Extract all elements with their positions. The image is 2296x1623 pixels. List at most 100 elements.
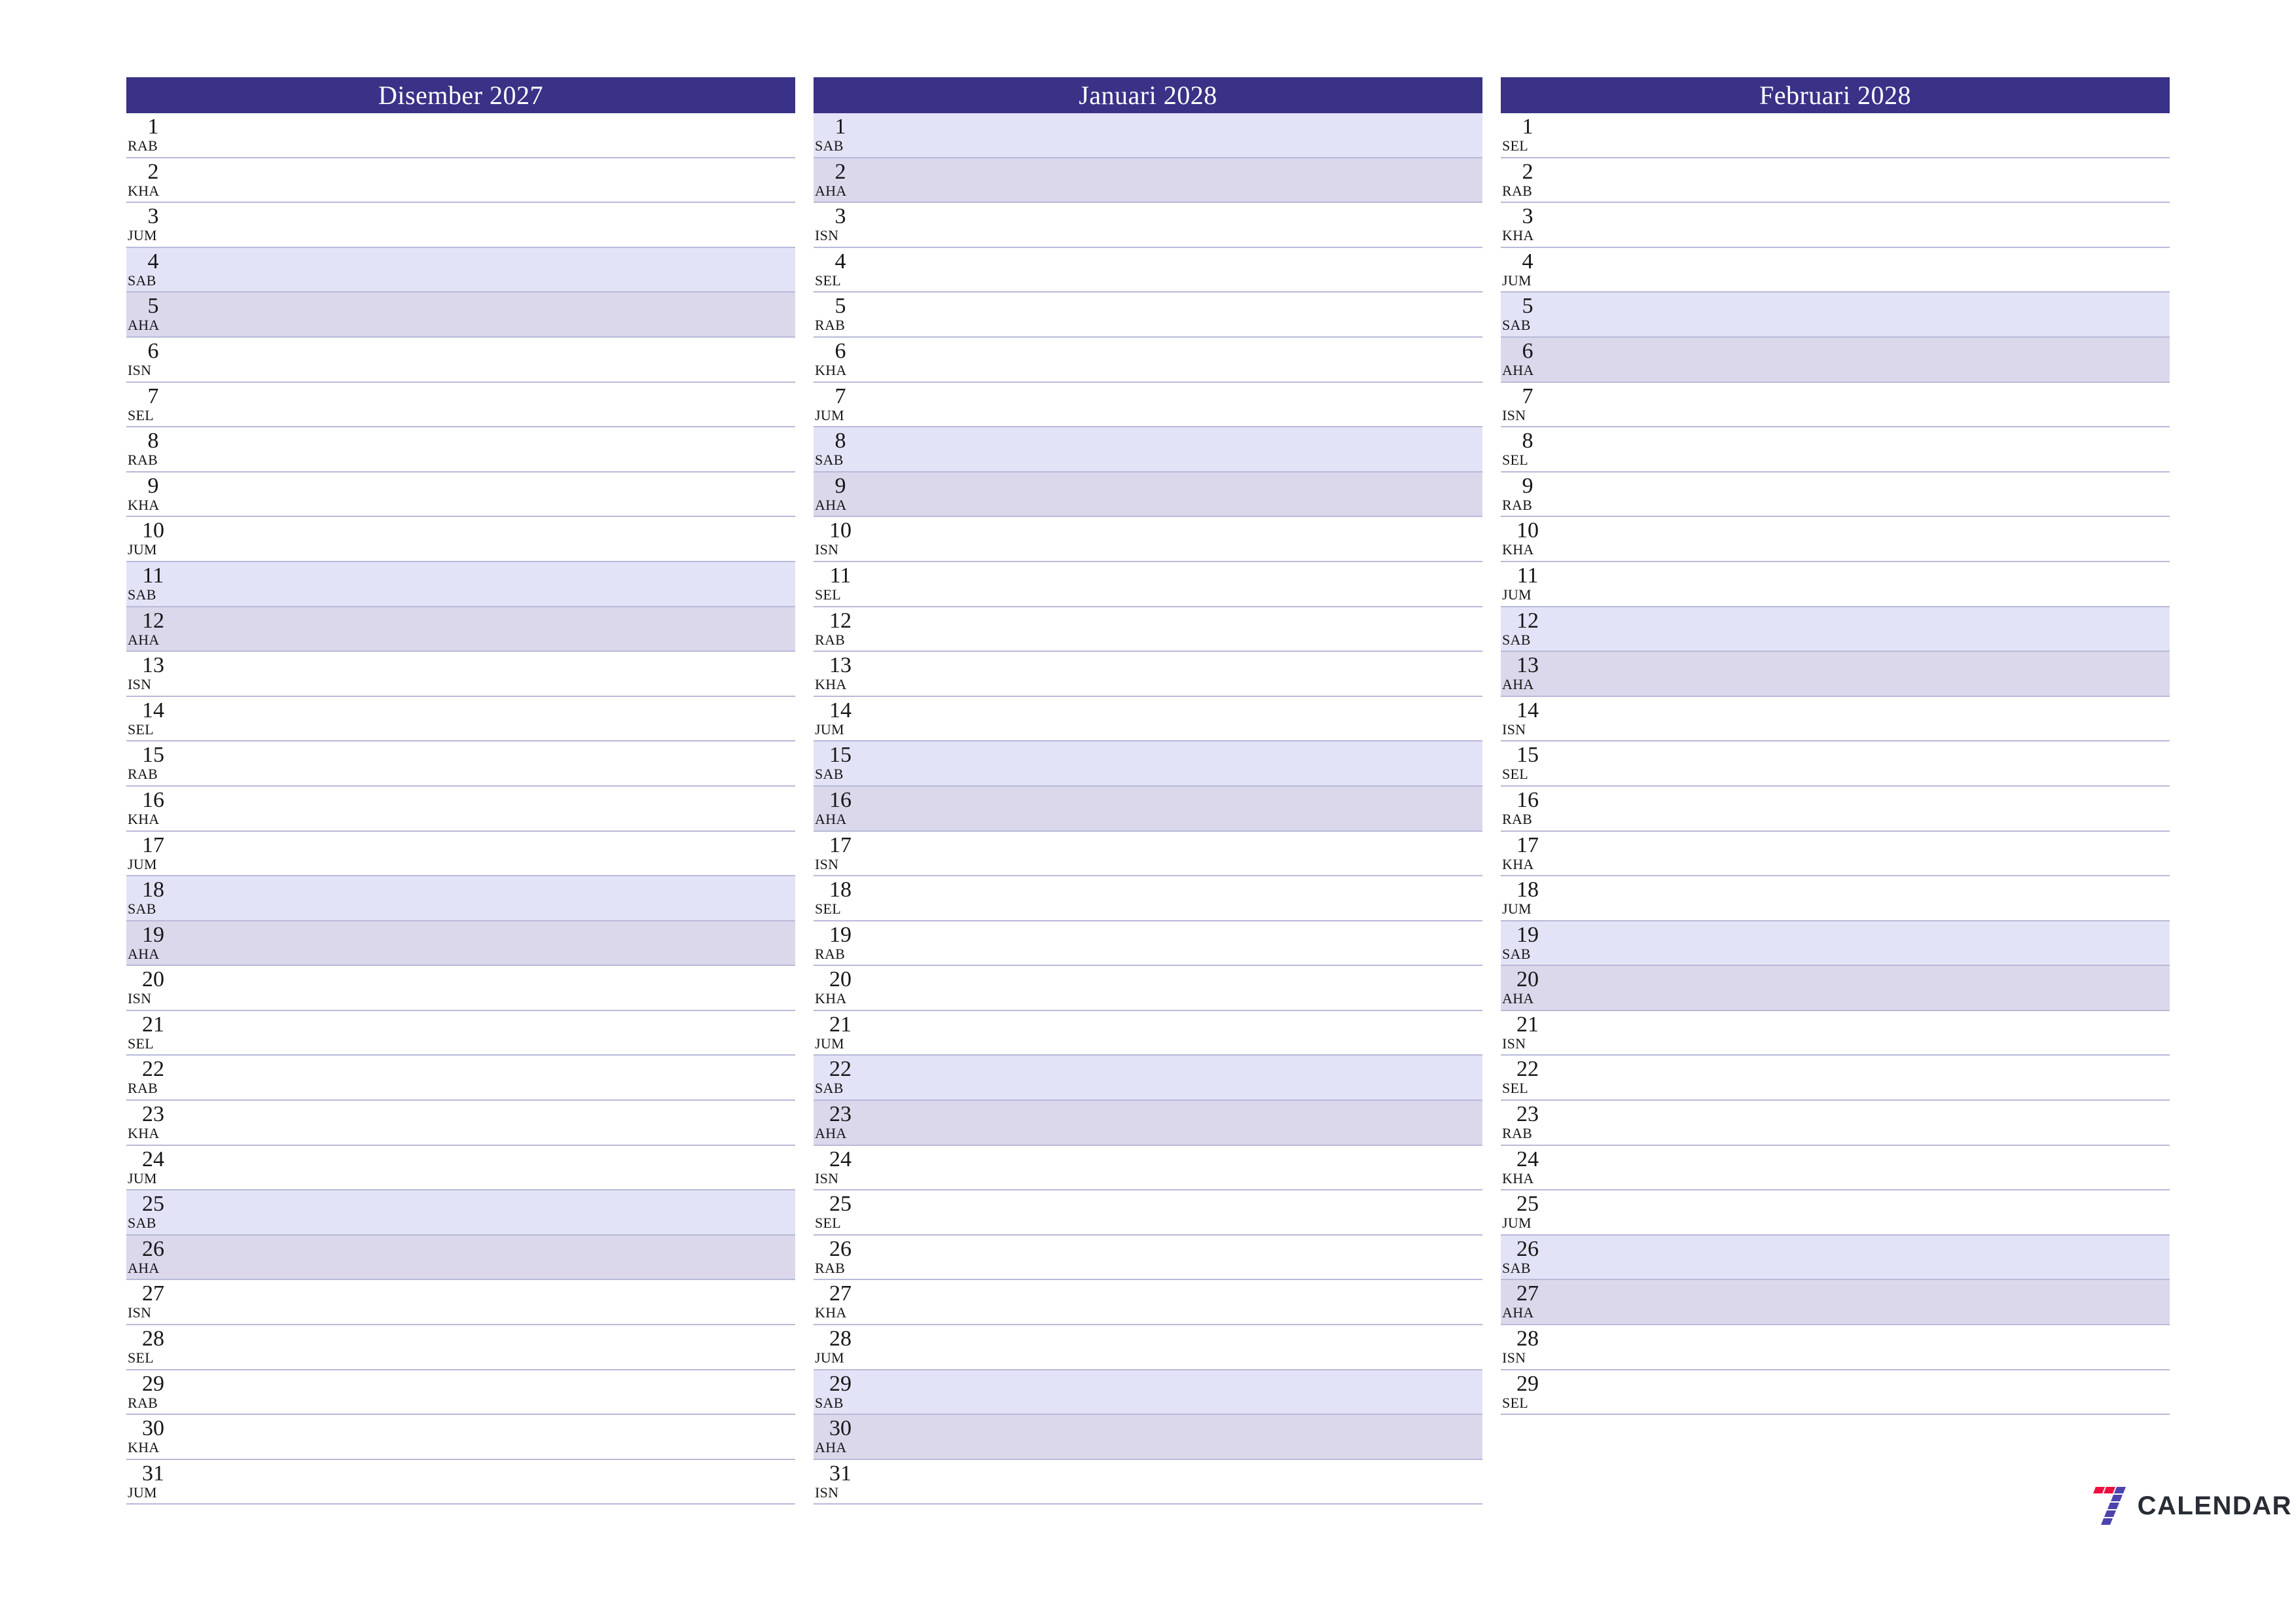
day-row[interactable]: 27 KHA [814,1280,1482,1326]
day-abbreviation: SEL [128,406,154,423]
day-row[interactable]: 5 SAB [1501,293,2170,338]
day-abbreviation: ISN [815,855,839,872]
day-row[interactable]: 21 SEL [126,1010,795,1056]
day-row[interactable]: 31 JUM [126,1459,795,1505]
day-number: 17 [829,832,852,857]
day-row[interactable]: 24 KHA [1501,1145,2170,1191]
day-row[interactable]: 26 AHA [126,1235,795,1281]
day-row[interactable]: 18 SEL [814,876,1482,921]
day-abbreviation: SEL [1502,452,1529,469]
day-row[interactable]: 16 AHA [814,786,1482,832]
day-row[interactable]: 10 JUM [126,517,795,562]
day-row[interactable]: 16 KHA [126,786,795,832]
day-row[interactable]: 14 ISN [1501,696,2170,742]
day-row[interactable]: 23 AHA [814,1101,1482,1146]
day-row[interactable]: 31 ISN [814,1459,1482,1505]
day-row[interactable]: 12 SAB [1501,607,2170,652]
day-row[interactable]: 20 KHA [814,966,1482,1011]
day-row[interactable]: 28 SEL [126,1325,795,1370]
day-row[interactable]: 12 RAB [814,607,1482,652]
day-row[interactable]: 5 AHA [126,293,795,338]
day-row[interactable]: 14 JUM [814,696,1482,742]
day-row[interactable]: 15 SAB [814,741,1482,787]
day-row[interactable]: 12 AHA [126,607,795,652]
day-row[interactable]: 2 KHA [126,158,795,204]
day-row[interactable]: 26 SAB [1501,1235,2170,1281]
day-row[interactable]: 7 JUM [814,382,1482,428]
day-row[interactable]: 7 ISN [1501,382,2170,428]
day-row[interactable]: 29 SAB [814,1370,1482,1416]
day-row[interactable]: 17 ISN [814,831,1482,877]
day-row[interactable]: 25 SAB [126,1190,795,1236]
day-row[interactable]: 6 ISN [126,337,795,383]
day-row[interactable]: 9 RAB [1501,472,2170,518]
day-row[interactable]: 6 KHA [814,337,1482,383]
day-row[interactable]: 3 KHA [1501,203,2170,248]
day-row[interactable]: 21 ISN [1501,1010,2170,1056]
day-row[interactable]: 4 SEL [814,247,1482,293]
day-row[interactable]: 14 SEL [126,696,795,742]
day-row[interactable]: 29 SEL [1501,1370,2170,1416]
day-row[interactable]: 13 ISN [126,652,795,697]
day-row[interactable]: 15 SEL [1501,741,2170,787]
day-row[interactable]: 25 SEL [814,1190,1482,1236]
day-row[interactable]: 11 JUM [1501,562,2170,607]
day-row[interactable]: 15 RAB [126,741,795,787]
day-row[interactable]: 26 RAB [814,1235,1482,1281]
day-row[interactable]: 27 ISN [126,1280,795,1326]
day-row[interactable]: 28 JUM [814,1325,1482,1370]
day-row[interactable]: 19 SAB [1501,921,2170,967]
day-abbreviation: AHA [128,317,160,334]
day-row[interactable]: 8 SEL [1501,427,2170,473]
day-row[interactable]: 17 KHA [1501,831,2170,877]
day-row[interactable]: 22 SAB [814,1056,1482,1101]
day-number: 12 [142,608,164,633]
day-row[interactable]: 24 ISN [814,1145,1482,1191]
day-row[interactable]: 30 KHA [126,1415,795,1460]
day-row[interactable]: 21 JUM [814,1010,1482,1056]
day-row[interactable]: 13 AHA [1501,652,2170,697]
day-row[interactable]: 30 AHA [814,1415,1482,1460]
day-row[interactable]: 23 KHA [126,1101,795,1146]
day-row[interactable]: 6 AHA [1501,337,2170,383]
day-row[interactable]: 29 RAB [126,1370,795,1416]
day-row[interactable]: 11 SEL [814,562,1482,607]
day-row[interactable]: 3 ISN [814,203,1482,248]
day-row[interactable]: 22 SEL [1501,1056,2170,1101]
day-number: 18 [829,878,852,902]
day-row[interactable]: 18 SAB [126,876,795,921]
day-row[interactable]: 20 AHA [1501,966,2170,1011]
day-row[interactable]: 18 JUM [1501,876,2170,921]
day-row[interactable]: 23 RAB [1501,1101,2170,1146]
day-row[interactable]: 8 RAB [126,427,795,473]
day-row[interactable]: 10 KHA [1501,517,2170,562]
day-row[interactable]: 5 RAB [814,293,1482,338]
day-row[interactable]: 9 AHA [814,472,1482,518]
day-row[interactable]: 2 RAB [1501,158,2170,204]
day-row[interactable]: 16 RAB [1501,786,2170,832]
day-row[interactable]: 4 SAB [126,247,795,293]
day-row[interactable]: 22 RAB [126,1056,795,1101]
day-row[interactable]: 1 SAB [814,113,1482,158]
day-row[interactable]: 27 AHA [1501,1280,2170,1326]
day-number: 15 [829,743,852,768]
day-row[interactable]: 10 ISN [814,517,1482,562]
day-row[interactable]: 20 ISN [126,966,795,1011]
day-row[interactable]: 19 RAB [814,921,1482,967]
day-row[interactable]: 7 SEL [126,382,795,428]
day-row[interactable]: 25 JUM [1501,1190,2170,1236]
day-row[interactable]: 28 ISN [1501,1325,2170,1370]
day-row[interactable]: 4 JUM [1501,247,2170,293]
day-row[interactable]: 17 JUM [126,831,795,877]
day-row[interactable]: 1 RAB [126,113,795,158]
day-row[interactable]: 8 SAB [814,427,1482,473]
day-row[interactable]: 1 SEL [1501,113,2170,158]
day-number: 11 [1516,563,1539,588]
day-row[interactable]: 2 AHA [814,158,1482,204]
day-row[interactable]: 3 JUM [126,203,795,248]
day-row[interactable]: 11 SAB [126,562,795,607]
day-row[interactable]: 13 KHA [814,652,1482,697]
day-row[interactable]: 9 KHA [126,472,795,518]
day-row[interactable]: 24 JUM [126,1145,795,1191]
day-row[interactable]: 19 AHA [126,921,795,967]
